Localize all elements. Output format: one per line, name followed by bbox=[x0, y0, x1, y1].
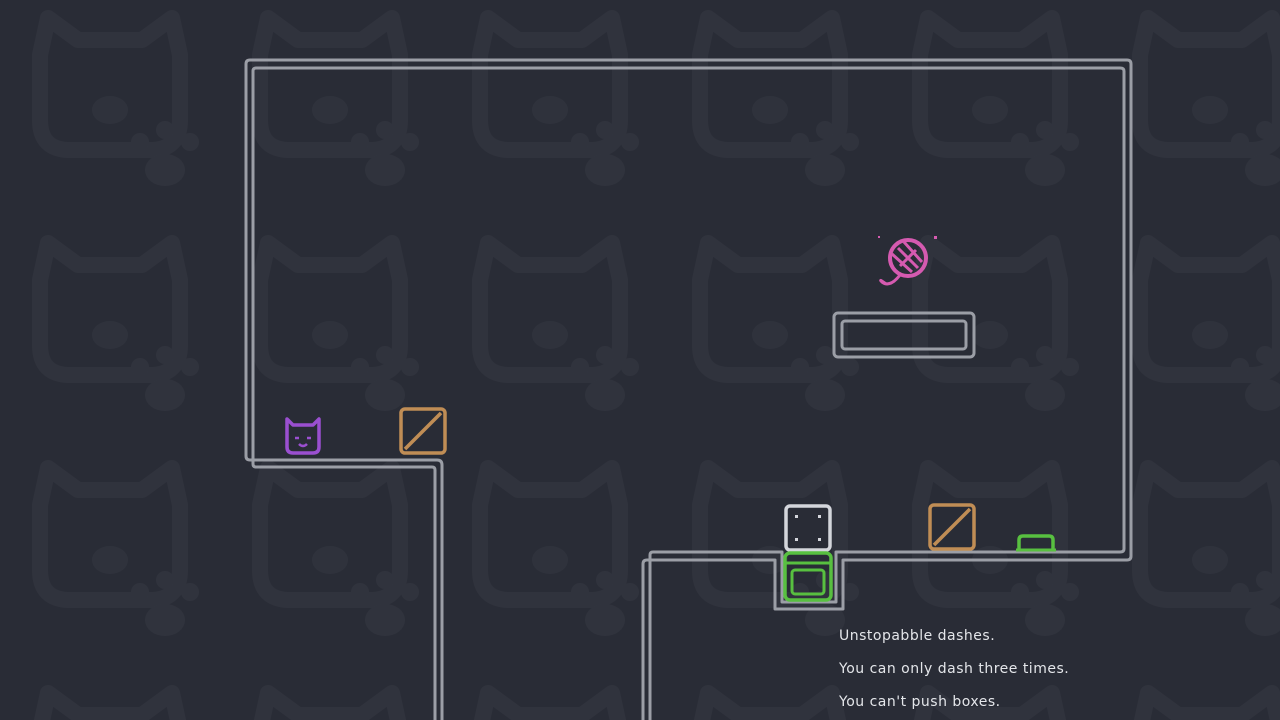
hint-text-no-push: You can't push boxes. bbox=[839, 694, 1001, 710]
game-scene bbox=[0, 0, 1280, 720]
hint-text-dashes: Unstopabble dashes. bbox=[839, 628, 996, 644]
background-paw-pattern bbox=[0, 0, 1280, 720]
hint-text-dash-limit: You can only dash three times. bbox=[839, 661, 1070, 677]
